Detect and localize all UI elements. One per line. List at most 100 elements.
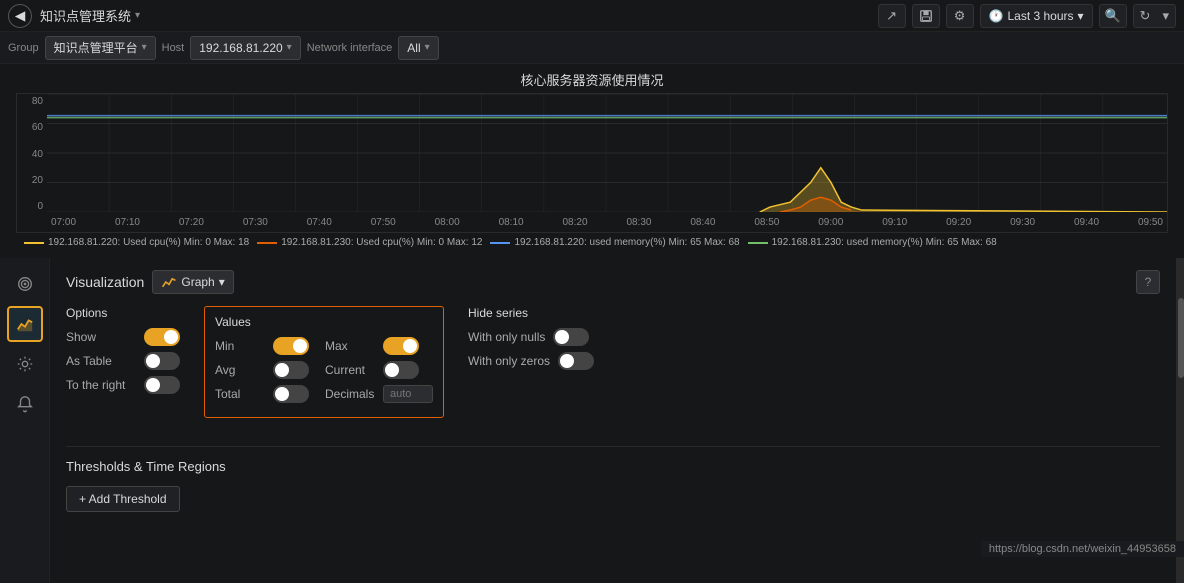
min-toggle[interactable] [273,337,309,355]
to-right-option-row: To the right [66,376,180,394]
title-caret: ▾ [135,10,140,21]
time-range-label: Last 3 hours [1007,9,1073,23]
legend-label-mem220: 192.168.81.220: used memory(%) Min: 65 M… [514,237,739,248]
refresh-caret: ▾ [1156,8,1175,24]
search-button[interactable]: 🔍 [1099,4,1127,28]
nulls-toggle[interactable] [553,328,589,346]
sidebar-icon-bell[interactable] [7,386,43,422]
as-table-option-row: As Table [66,352,180,370]
host-value: 192.168.81.220 [199,41,282,55]
group-caret: ▾ [142,42,147,53]
show-toggle[interactable] [144,328,180,346]
settings-button[interactable]: ⚙ [946,4,974,28]
min-value-row: Min Avg Total [215,337,309,409]
sidebar-icon-gear[interactable] [7,346,43,382]
decimals-label: Decimals [325,387,375,401]
hide-series-column: Hide series With only nulls With only ze… [468,306,594,418]
show-label: Show [66,330,136,344]
options-row: Options Show As Table To the right Value… [66,306,1160,418]
sidebar [0,258,50,583]
nulls-option-row: With only nulls [468,328,594,346]
group-label: Group [8,42,39,54]
right-scrollbar[interactable] [1176,258,1184,583]
values-title: Values [215,315,433,329]
network-dropdown[interactable]: All ▾ [398,36,438,60]
app-title: 知识点管理系统 [40,6,131,25]
as-table-toggle[interactable] [144,352,180,370]
options-title: Options [66,306,180,320]
host-label: Host [162,42,185,54]
options-column: Options Show As Table To the right [66,306,180,418]
graph-label: Graph [181,275,214,289]
network-label: Network interface [307,42,393,54]
zeros-option-row: With only zeros [468,352,594,370]
to-right-toggle[interactable] [144,376,180,394]
decimals-input[interactable] [383,385,433,403]
time-caret: ▾ [1078,9,1084,23]
legend-item-cpu220: 192.168.81.220: Used cpu(%) Min: 0 Max: … [24,237,249,248]
legend-label-cpu220: 192.168.81.220: Used cpu(%) Min: 0 Max: … [48,237,249,248]
chart-container: 80 60 40 20 0 [16,93,1168,233]
network-value: All [407,41,420,55]
sidebar-icon-chart[interactable] [7,306,43,342]
hide-series-title: Hide series [468,306,594,320]
chart-legend: 192.168.81.220: Used cpu(%) Min: 0 Max: … [16,233,1168,252]
nulls-label: With only nulls [468,330,545,344]
content-area: Visualization Graph ▾ ? Options Show [50,258,1176,583]
refresh-icon: ↻ [1134,8,1157,24]
total-label: Total [215,387,265,401]
sidebar-icon-layers[interactable] [7,266,43,302]
min-label: Min [215,339,265,353]
max-value-col: Max Current Decimals [325,337,433,409]
legend-item-mem220: 192.168.81.220: used memory(%) Min: 65 M… [490,237,739,248]
scrollbar-thumb[interactable] [1178,298,1184,378]
current-toggle[interactable] [383,361,419,379]
values-column: Values Min Avg Total [204,306,444,418]
add-threshold-label: + Add Threshold [79,492,167,506]
host-caret: ▾ [287,42,292,53]
refresh-button[interactable]: ↻ ▾ [1133,4,1176,28]
top-navigation: ◀ 知识点管理系统 ▾ ↗ ⚙ 🕐 Last 3 hours ▾ 🔍 ↻ ▾ [0,0,1184,32]
save-button[interactable] [912,4,940,28]
network-caret: ▾ [425,42,430,53]
visualization-header: Visualization Graph ▾ ? [66,270,1160,294]
legend-item-mem230: 192.168.81.230: used memory(%) Min: 65 M… [748,237,997,248]
zeros-label: With only zeros [468,354,550,368]
to-right-label: To the right [66,378,136,392]
as-table-label: As Table [66,354,136,368]
host-dropdown[interactable]: 192.168.81.220 ▾ [190,36,300,60]
total-toggle[interactable] [273,385,309,403]
group-value: 知识点管理平台 [54,39,138,56]
thresholds-title: Thresholds & Time Regions [66,446,1160,474]
chart-title: 核心服务器资源使用情况 [16,70,1168,89]
legend-label-cpu230: 192.168.81.230: Used cpu(%) Min: 0 Max: … [281,237,482,248]
group-dropdown[interactable]: 知识点管理平台 ▾ [45,36,156,60]
legend-item-cpu230: 192.168.81.230: Used cpu(%) Min: 0 Max: … [257,237,482,248]
x-axis: 07:0007:1007:2007:3007:40 07:5008:0008:1… [47,212,1167,232]
visualization-title: Visualization [66,274,144,290]
graph-type-button[interactable]: Graph ▾ [152,270,233,294]
max-label: Max [325,339,375,353]
avg-label: Avg [215,363,265,377]
help-button[interactable]: ? [1136,270,1160,294]
graph-caret: ▾ [219,275,225,289]
current-label: Current [325,363,375,377]
time-range-picker[interactable]: 🕐 Last 3 hours ▾ [980,4,1093,28]
url-bar: https://blog.csdn.net/weixin_44953658 [981,541,1184,557]
back-button[interactable]: ◀ [8,4,32,28]
chart-grid [47,94,1167,212]
y-axis: 80 60 40 20 0 [17,94,47,212]
max-toggle[interactable] [383,337,419,355]
chart-area: 核心服务器资源使用情况 80 60 40 20 0 [0,64,1184,258]
nav-right-actions: ↗ ⚙ 🕐 Last 3 hours ▾ 🔍 ↻ ▾ [878,4,1176,28]
thresholds-section: Thresholds & Time Regions + Add Threshol… [66,434,1160,524]
share-button[interactable]: ↗ [878,4,906,28]
bottom-panel: Visualization Graph ▾ ? Options Show [0,258,1184,583]
add-threshold-button[interactable]: + Add Threshold [66,486,180,512]
zeros-toggle[interactable] [558,352,594,370]
show-option-row: Show [66,328,180,346]
avg-toggle[interactable] [273,361,309,379]
toolbar: Group 知识点管理平台 ▾ Host 192.168.81.220 ▾ Ne… [0,32,1184,64]
legend-label-mem230: 192.168.81.230: used memory(%) Min: 65 M… [772,237,997,248]
clock-icon: 🕐 [989,9,1004,23]
